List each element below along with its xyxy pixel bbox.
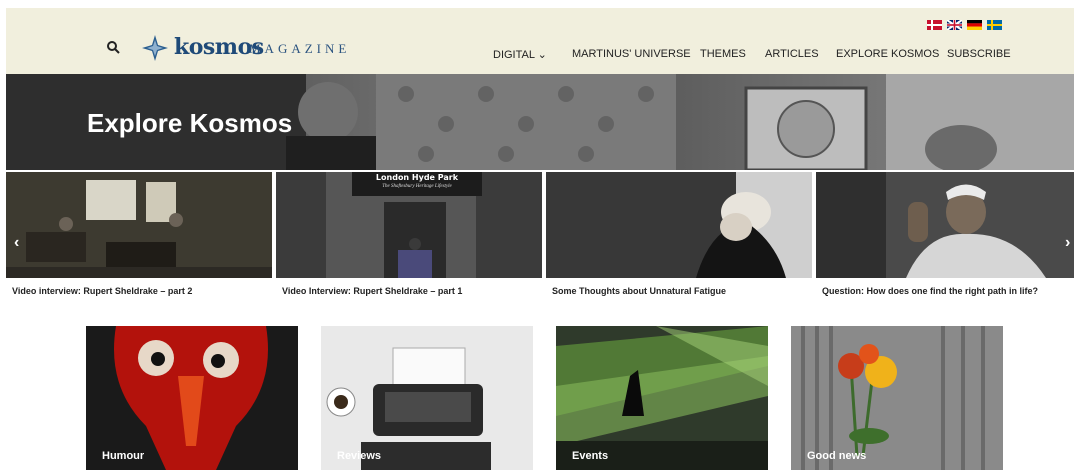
tile-photo-good-news bbox=[791, 326, 1003, 470]
carousel-next-arrow[interactable]: › bbox=[1065, 234, 1070, 252]
carousel-slide[interactable]: London Hyde Park The Shaftesbury Heritag… bbox=[276, 172, 542, 314]
carousel-slide[interactable]: Video interview: Rupert Sheldrake – part… bbox=[6, 172, 272, 314]
tile-label[interactable]: Humour bbox=[102, 450, 144, 462]
nav-articles[interactable]: ARTICLES bbox=[765, 48, 819, 60]
site-header: kosmos MAGAZINE DIGITAL ⌄ MARTINUS' UNIV… bbox=[6, 8, 1074, 74]
tile-label[interactable]: Reviews bbox=[337, 450, 381, 462]
slide-photo-fatigue bbox=[546, 172, 812, 278]
article-carousel: Video interview: Rupert Sheldrake – part… bbox=[6, 172, 1074, 314]
flag-sweden-icon[interactable] bbox=[987, 20, 1002, 30]
nav-digital[interactable]: DIGITAL ⌄ bbox=[493, 48, 547, 61]
carousel-prev-arrow[interactable]: ‹ bbox=[14, 234, 19, 252]
slide-caption[interactable]: Video interview: Rupert Sheldrake – part… bbox=[12, 286, 192, 296]
nav-themes[interactable]: THEMES bbox=[700, 48, 746, 60]
slide-sign-text: London Hyde Park bbox=[375, 173, 459, 182]
slide-caption[interactable]: Video Interview: Rupert Sheldrake – part… bbox=[282, 286, 462, 296]
hero-title: Explore Kosmos bbox=[87, 108, 293, 138]
category-tile-reviews[interactable]: Reviews bbox=[321, 326, 533, 470]
tile-photo-events bbox=[556, 326, 768, 470]
slide-caption[interactable]: Question: How does one find the right pa… bbox=[822, 286, 1038, 296]
carousel-slide[interactable]: Some Thoughts about Unnatural Fatigue bbox=[546, 172, 812, 314]
nav-explore-kosmos[interactable]: EXPLORE KOSMOS bbox=[836, 48, 939, 60]
flag-denmark-icon[interactable] bbox=[927, 20, 942, 30]
flag-uk-icon[interactable] bbox=[947, 20, 962, 30]
language-flags bbox=[927, 20, 1002, 30]
hero-banner: Explore Kosmos bbox=[6, 74, 1074, 170]
category-tile-events[interactable]: Events bbox=[556, 326, 768, 470]
flag-germany-icon[interactable] bbox=[967, 20, 982, 30]
search-icon[interactable] bbox=[106, 40, 120, 54]
slide-sign-subtext: The Shaftesbury Heritage Lifestyle bbox=[382, 184, 452, 189]
slide-photo-prayer bbox=[816, 172, 1074, 278]
carousel-slide[interactable]: Question: How does one find the right pa… bbox=[816, 172, 1074, 314]
nav-martinus-universe[interactable]: MARTINUS' UNIVERSE bbox=[572, 48, 691, 60]
nav-subscribe[interactable]: SUBSCRIBE bbox=[947, 48, 1011, 60]
tile-label[interactable]: Events bbox=[572, 450, 608, 462]
tile-label[interactable]: Good news bbox=[807, 450, 866, 462]
logo-subtitle[interactable]: MAGAZINE bbox=[249, 41, 350, 57]
slide-caption[interactable]: Some Thoughts about Unnatural Fatigue bbox=[552, 286, 726, 296]
category-tile-good-news[interactable]: Good news bbox=[791, 326, 1003, 470]
tile-photo-reviews bbox=[321, 326, 533, 470]
logo-star-icon[interactable] bbox=[142, 35, 168, 61]
category-tile-humour[interactable]: Humour bbox=[86, 326, 298, 470]
slide-photo-interview-room bbox=[6, 172, 272, 278]
tile-photo-humour bbox=[86, 326, 298, 470]
